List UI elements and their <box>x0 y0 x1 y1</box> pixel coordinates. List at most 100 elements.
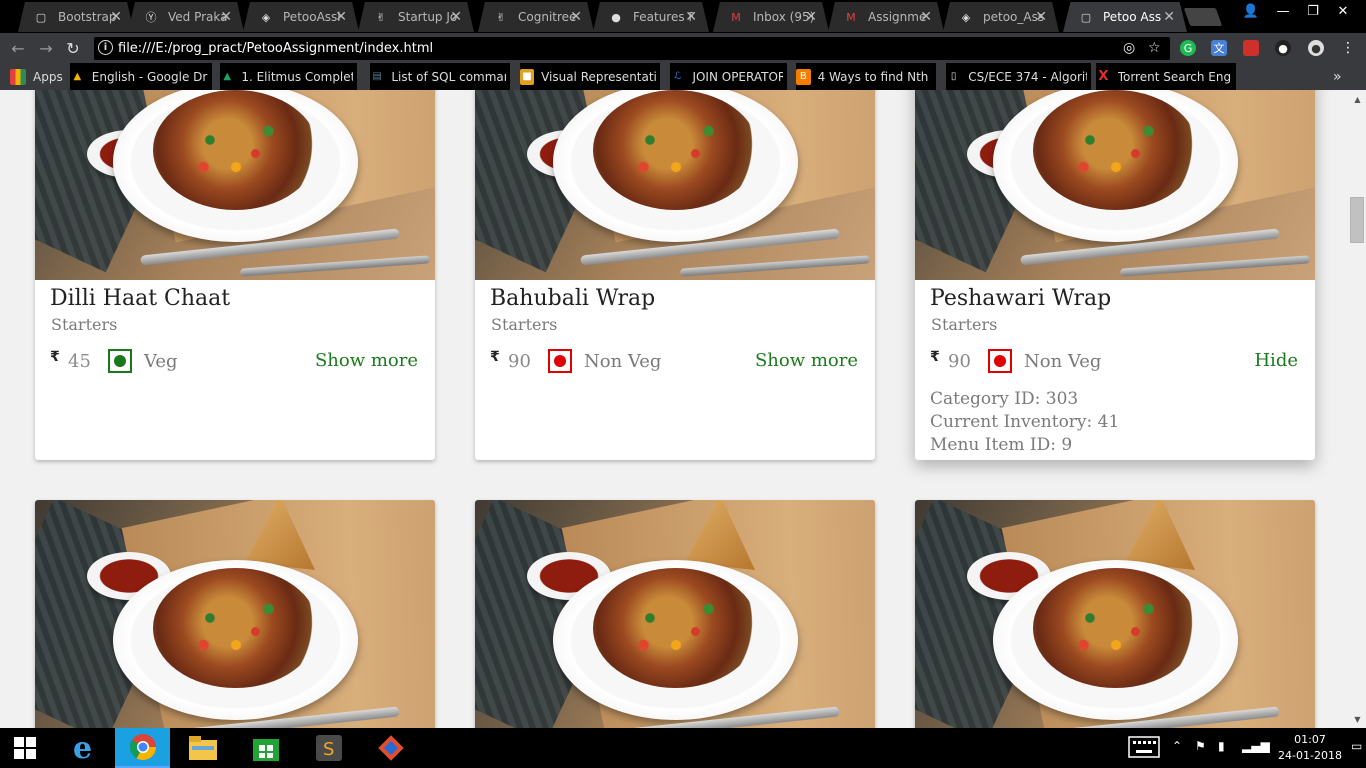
page-viewport: Dilli Haat Chaat Starters ₹ 45 Veg Show … <box>0 90 1349 728</box>
star-icon[interactable]: ☆ <box>1148 40 1161 56</box>
close-icon[interactable]: ✕ <box>1163 9 1175 25</box>
wifi-signal-icon[interactable]: ▂▄▆ <box>1242 739 1270 753</box>
vertical-scrollbar[interactable] <box>1349 90 1366 728</box>
internet-explorer-icon[interactable]: e <box>55 728 110 768</box>
show-more-link[interactable]: Show more <box>755 350 858 371</box>
diet-label: Veg <box>144 351 178 372</box>
food-image <box>475 90 875 280</box>
bookmark-item[interactable]: ■Visual Representation <box>520 63 660 90</box>
card-category: Starters <box>491 315 558 334</box>
scroll-up-icon[interactable]: ▲ <box>1349 92 1366 106</box>
link-icon: ℒ <box>674 71 682 82</box>
more-bookmarks-icon[interactable]: » <box>1333 63 1342 90</box>
codepen-icon: ◈ <box>961 10 971 24</box>
diet-label: Non Veg <box>584 351 662 372</box>
hide-link[interactable]: Hide <box>1254 350 1298 371</box>
bookmark-item[interactable]: ▯ CS/ECE 374 - Algoriti <box>946 63 1091 90</box>
close-icon[interactable]: ✕ <box>920 9 932 25</box>
browser-tab[interactable]: ✌ Startup Jo ✕ <box>358 2 474 32</box>
food-image <box>35 90 435 280</box>
notifications-icon[interactable]: ▭ <box>1351 739 1362 753</box>
bookmark-item[interactable]: ▤List of SQL command <box>370 63 510 90</box>
browser-tab[interactable]: ● Features F ✕ <box>593 2 709 32</box>
git-icon[interactable] <box>363 728 418 768</box>
show-more-link[interactable]: Show more <box>315 350 418 371</box>
scrollbar-thumb[interactable] <box>1350 197 1364 243</box>
page-icon: ▢ <box>1080 10 1092 24</box>
price: 90 <box>508 351 531 372</box>
info-icon[interactable]: i <box>98 40 113 55</box>
bookmark-item[interactable]: X Torrent Search Engin <box>1096 63 1236 90</box>
menu-icon[interactable]: ⋮ <box>1340 40 1356 56</box>
rupee-icon: ₹ <box>490 349 500 365</box>
rupee-icon: ₹ <box>930 349 940 365</box>
browser-tab[interactable]: ✌ Cognitree ✕ <box>478 2 594 32</box>
veg-indicator-icon <box>108 349 132 373</box>
target-icon[interactable]: ◎ <box>1123 40 1135 56</box>
clock[interactable]: 01:07 24-01-2018 <box>1270 732 1350 764</box>
new-tab-button[interactable] <box>1183 8 1223 26</box>
extension-circle-icon[interactable]: ● <box>1308 40 1324 56</box>
gmail-icon: M <box>846 10 856 24</box>
bookmark-item[interactable]: ▲ English - Google Driv <box>70 63 212 90</box>
close-icon[interactable]: ✕ <box>450 9 462 25</box>
restore-icon[interactable]: ❐ <box>1298 0 1328 22</box>
nonveg-indicator-icon <box>988 349 1012 373</box>
svg-text:S: S <box>323 739 334 760</box>
flag-icon[interactable]: ⚑ <box>1195 739 1206 753</box>
grammarly-icon[interactable]: G <box>1180 40 1196 56</box>
bookmark-item[interactable]: Apps <box>10 63 65 90</box>
windows-start-icon[interactable] <box>0 728 50 768</box>
bookmark-item[interactable]: ▲1. Elitmus Completel <box>220 63 357 90</box>
price: 45 <box>68 351 91 372</box>
store-icon[interactable] <box>238 728 293 768</box>
keyboard-icon[interactable] <box>1128 736 1160 761</box>
browser-tab[interactable]: Ⓨ Ved Praka ✕ <box>128 2 244 32</box>
browser-tab[interactable]: ◈ PetooAssi ✕ <box>243 2 359 32</box>
bookmark-item[interactable]: ℒ JOIN OPERATOR <box>670 63 787 90</box>
browser-tab[interactable]: M Assignme ✕ <box>828 2 944 32</box>
menu-card: Dilli Haat Chaat Starters ₹ 45 Veg Show … <box>35 90 435 460</box>
codepen-icon: ◈ <box>261 10 271 24</box>
show-hidden-icons-icon[interactable]: ⌃ <box>1172 739 1182 753</box>
close-icon[interactable]: ✕ <box>110 9 122 25</box>
close-icon[interactable]: ✕ <box>1035 9 1047 25</box>
price-row: ₹ 45 Veg Show more <box>50 349 420 375</box>
file-explorer-icon[interactable] <box>175 728 230 768</box>
url-text[interactable]: file:///E:/prog_pract/PetooAssignment/in… <box>118 41 433 56</box>
scroll-down-icon[interactable]: ▼ <box>1349 712 1366 726</box>
reload-icon[interactable]: ↻ <box>63 38 83 58</box>
user-icon[interactable]: 👤 <box>1236 0 1266 22</box>
peace-icon: ✌ <box>496 10 506 24</box>
bookmarks-bar: Apps ▲ English - Google Driv ▲ 1. Elitmus … <box>0 63 1366 90</box>
browser-tab-active[interactable]: ▢ Petoo Ass ✕ <box>1063 2 1187 32</box>
translate-icon[interactable]: 文 <box>1211 40 1227 56</box>
chrome-icon[interactable] <box>115 728 170 768</box>
close-icon[interactable]: ✕ <box>685 9 697 25</box>
minimize-icon[interactable]: — <box>1268 0 1298 22</box>
clock-time: 01:07 <box>1294 733 1326 746</box>
card-title: Peshawari Wrap <box>930 286 1112 311</box>
address-bar[interactable]: i file:///E:/prog_pract/PetooAssignment/… <box>94 37 1170 60</box>
close-icon[interactable]: ✕ <box>570 9 582 25</box>
panda-icon[interactable]: ● <box>1275 40 1291 56</box>
food-image <box>915 90 1315 280</box>
forward-icon[interactable]: → <box>36 38 56 58</box>
page-icon: ▯ <box>950 71 957 82</box>
pdf-icon[interactable] <box>1243 40 1259 56</box>
category-id: Category ID: 303 <box>930 389 1079 409</box>
browser-tab[interactable]: M Inbox (95) ✕ <box>713 2 829 32</box>
browser-tab[interactable]: ◈ petoo_Ass ✕ <box>943 2 1059 32</box>
close-icon[interactable]: ✕ <box>335 9 347 25</box>
back-icon[interactable]: ← <box>8 38 28 58</box>
close-icon[interactable]: ✕ <box>805 9 817 25</box>
close-window-icon[interactable]: ✕ <box>1328 0 1358 22</box>
menu-card <box>475 500 875 728</box>
browser-tab[interactable]: ▢ Bootstrap ✕ <box>18 2 134 32</box>
sublime-text-icon[interactable]: S <box>301 728 356 768</box>
close-icon[interactable]: ✕ <box>220 9 232 25</box>
blogger-icon: B <box>796 68 811 85</box>
battery-icon[interactable]: ▮ <box>1218 739 1225 753</box>
bookmark-item[interactable]: B4 Ways to find Nth hi <box>796 63 936 90</box>
menu-card <box>915 500 1315 728</box>
